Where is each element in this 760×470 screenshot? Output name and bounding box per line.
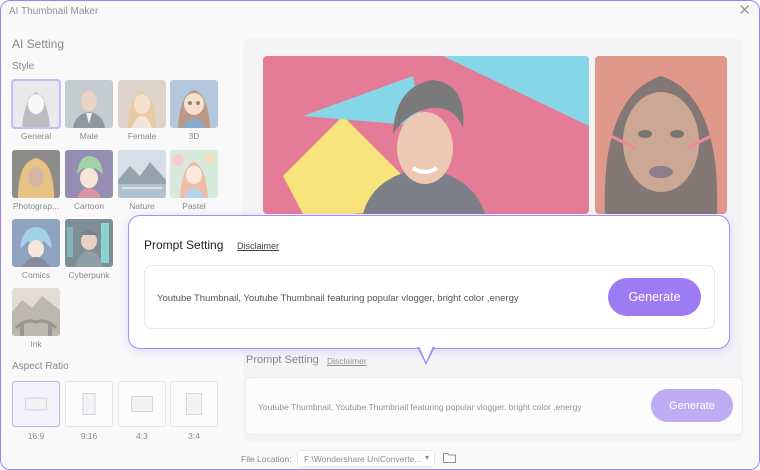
prompt-input[interactable]: Youtube Thumbnail, Youtube Thumbnail fea… <box>144 265 715 329</box>
disclaimer-link[interactable]: Disclaimer <box>237 241 279 251</box>
prompt-setting-title: Prompt Setting <box>144 238 224 252</box>
prompt-setting-popup: Prompt Setting Disclaimer Youtube Thumbn… <box>128 215 730 349</box>
popup-pointer <box>417 346 435 365</box>
prompt-text: Youtube Thumbnail, Youtube Thumbnail fea… <box>157 293 519 304</box>
app-window: AI Thumbnail Maker ✕ AI Setting Style Ge… <box>0 0 760 470</box>
generate-button[interactable]: Generate <box>608 278 701 316</box>
